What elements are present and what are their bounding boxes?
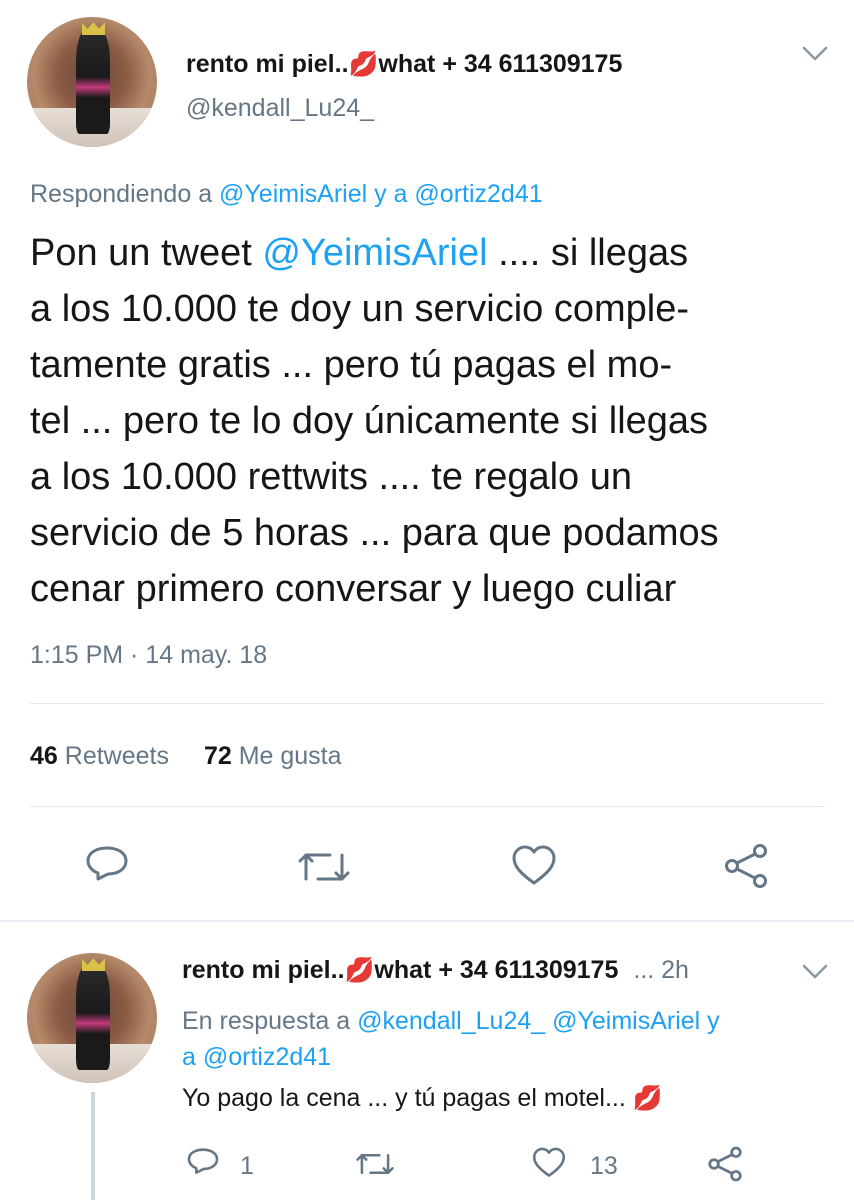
reply-count: 1 xyxy=(240,1152,254,1180)
likes-label: Me gusta xyxy=(238,742,342,770)
mention-link[interactable]: @ortiz2d41 xyxy=(203,1043,331,1071)
share-icon[interactable] xyxy=(706,1146,744,1182)
tweet-line: cenar primero conversar y luego culiar xyxy=(30,568,677,610)
like-icon[interactable] xyxy=(510,843,558,889)
tweet-line: servicio de 5 horas ... para que podamos xyxy=(30,512,719,554)
replying-prefix: Respondiendo a xyxy=(30,180,220,208)
tweet-text: Pon un tweet @YeimisAriel .... si llegas… xyxy=(30,225,840,617)
mention-link[interactable]: @ortiz2d41 xyxy=(414,180,542,208)
tweet-line: Pon un tweet @YeimisAriel .... si llegas xyxy=(30,225,840,281)
divider xyxy=(30,806,825,807)
user-handle[interactable]: @kendall_Lu24_ xyxy=(186,94,374,123)
reply-text: Yo pago la cena ... y tú pagas el motel.… xyxy=(182,1084,663,1113)
kiss-emoji: 💋 xyxy=(632,1085,663,1112)
share-icon[interactable] xyxy=(722,843,770,889)
display-name-suffix: what + 34 611309175 xyxy=(378,50,623,78)
chevron-down-icon[interactable] xyxy=(800,962,830,982)
truncation: ... xyxy=(633,956,655,984)
reply-icon[interactable] xyxy=(84,843,130,889)
in-reply-to: En respuesta a @kendall_Lu24_ @YeimisAri… xyxy=(182,1003,822,1075)
retweets-stat[interactable]: 46 Retweets xyxy=(30,742,169,770)
reply-header: rento mi piel..💋what + 34 611309175 ... … xyxy=(182,956,689,985)
display-name-suffix: what + 34 611309175 xyxy=(374,956,619,984)
kiss-emoji: 💋 xyxy=(344,957,375,984)
reply-icon[interactable] xyxy=(186,1146,220,1180)
replying-to: Respondiendo a @YeimisAriel y a @ortiz2d… xyxy=(30,180,543,209)
tweet-line: a los 10.000 te doy un servicio comple- xyxy=(30,288,690,330)
like-icon[interactable] xyxy=(530,1146,568,1180)
avatar[interactable] xyxy=(27,17,157,147)
retweet-icon[interactable] xyxy=(296,845,352,889)
mention-link[interactable]: @kendall_Lu24_ xyxy=(357,1007,545,1035)
in-reply-and: y xyxy=(700,1007,720,1035)
divider xyxy=(0,920,854,922)
tweet-line: tamente gratis ... pero tú pagas el mo- xyxy=(30,344,673,386)
reply-text-content: Yo pago la cena ... y tú pagas el motel.… xyxy=(182,1084,633,1112)
display-name[interactable]: rento mi piel..💋what + 34 611309175 xyxy=(186,50,622,79)
engagement-stats: 46 Retweets 72 Me gusta xyxy=(30,742,342,771)
in-reply-prefix: En respuesta a xyxy=(182,1007,358,1035)
timestamp[interactable]: 1:15 PM · 14 may. 18 xyxy=(30,641,267,670)
retweet-icon[interactable] xyxy=(354,1148,396,1180)
display-name-text: rento mi piel.. xyxy=(182,956,345,984)
likes-count: 72 xyxy=(203,742,232,770)
like-count: 13 xyxy=(590,1152,618,1180)
in-reply-to-line: En respuesta a @kendall_Lu24_ @YeimisAri… xyxy=(182,1003,822,1039)
avatar[interactable] xyxy=(27,953,157,1083)
retweets-count: 46 xyxy=(30,742,58,770)
in-reply-a: a xyxy=(182,1043,203,1071)
display-name[interactable]: rento mi piel..💋what + 34 611309175 xyxy=(182,956,618,984)
likes-stat[interactable]: 72 Me gusta xyxy=(204,742,342,770)
reply-time[interactable]: 2h xyxy=(661,956,689,984)
mention-link[interactable]: @YeimisAriel xyxy=(262,232,487,274)
display-name-text: rento mi piel.. xyxy=(186,50,349,78)
kiss-emoji: 💋 xyxy=(348,51,379,78)
tweet-line-text: .... si llegas xyxy=(487,232,689,274)
replying-and: y a xyxy=(367,180,415,208)
mention-link[interactable]: @YeimisAriel xyxy=(219,180,367,208)
in-reply-to-line: a @ortiz2d41 xyxy=(182,1039,822,1075)
tweet-line: tel ... pero te lo doy únicamente si lle… xyxy=(30,400,709,442)
tweet-line: a los 10.000 rettwits .... te regalo un xyxy=(30,456,633,498)
mention-link[interactable]: @YeimisAriel xyxy=(552,1007,700,1035)
retweets-label: Retweets xyxy=(64,742,169,770)
thread-line xyxy=(91,1092,95,1200)
tweet-line-text: Pon un tweet xyxy=(30,232,263,274)
divider xyxy=(30,703,825,704)
chevron-down-icon[interactable] xyxy=(800,44,830,64)
